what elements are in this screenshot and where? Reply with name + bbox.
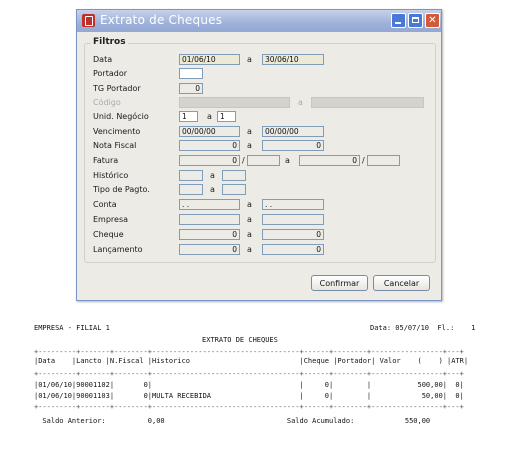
nota-fiscal-to-input[interactable]: 0 (262, 140, 324, 151)
fatura-slash-2: / (362, 156, 365, 165)
vencimento-to-input[interactable]: 00/00/00 (262, 126, 324, 137)
lancamento-from-input[interactable]: 0 (179, 244, 240, 255)
portador-input[interactable] (179, 68, 203, 79)
filters-group (84, 43, 436, 263)
codigo-to-input (311, 97, 424, 108)
fatura-to-input[interactable]: 0 (299, 155, 360, 166)
report-rule-bottom: +---------+-------+--------+------------… (34, 403, 464, 411)
codigo-sep: a (298, 98, 303, 107)
conta-to-input[interactable]: . . (262, 199, 324, 210)
close-icon: ✕ (428, 15, 437, 26)
fatura-label: Fatura (93, 156, 119, 165)
report-rule-top: +---------+-------+--------+------------… (34, 348, 464, 356)
maximize-button[interactable] (408, 13, 423, 28)
unid-to-input[interactable]: 1 (217, 111, 236, 122)
report-row: |01/06/10|90001102| 0| | 0| | 500,00| 0| (34, 381, 464, 389)
cheque-label: Cheque (93, 230, 124, 239)
report-date: Data: 05/07/10 Fl.: 1 (370, 324, 476, 332)
codigo-label: Código (93, 98, 121, 107)
historico-label: Histórico (93, 171, 129, 180)
fatura-sep: a (285, 156, 290, 165)
title-bar[interactable]: Extrato de Cheques ✕ (77, 10, 441, 32)
tg-portador-input[interactable]: 0 (179, 83, 203, 94)
empresa-from-input[interactable] (179, 214, 240, 225)
conta-sep: a (247, 200, 252, 209)
nota-fiscal-from-input[interactable]: 0 (179, 140, 240, 151)
report-saldo-line: Saldo Anterior: 0,00 Saldo Acumulado: 55… (34, 417, 431, 425)
fatura-from-suffix-input[interactable] (247, 155, 280, 166)
cheque-sep: a (247, 230, 252, 239)
historico-to-input[interactable] (222, 170, 246, 181)
close-button[interactable]: ✕ (425, 13, 440, 28)
extrato-window: Extrato de Cheques ✕ Filtros Data 01/06/… (76, 9, 442, 301)
data-sep: a (247, 55, 252, 64)
fatura-slash-1: / (242, 156, 245, 165)
unid-from-input[interactable]: 1 (179, 111, 198, 122)
data-to-input[interactable]: 30/06/10 (262, 54, 324, 65)
cheque-to-input[interactable]: 0 (262, 229, 324, 240)
fatura-from-input[interactable]: 0 (179, 155, 240, 166)
tipo-pagto-sep: a (210, 185, 215, 194)
report-rule-mid: +---------+-------+--------+------------… (34, 370, 464, 378)
tipo-pagto-label: Tipo de Pagto. (93, 185, 150, 194)
codigo-from-input (179, 97, 290, 108)
historico-from-input[interactable] (179, 170, 203, 181)
confirm-button[interactable]: Confirmar (311, 275, 368, 291)
data-label: Data (93, 55, 113, 64)
report-company: EMPRESA - FILIAL 1 (34, 324, 110, 332)
historico-sep: a (210, 171, 215, 180)
maximize-icon (412, 17, 419, 23)
vencimento-label: Vencimento (93, 127, 141, 136)
empresa-sep: a (247, 215, 252, 224)
minimize-button[interactable] (391, 13, 406, 28)
report-row: |01/06/10|90001103| 0|MULTA RECEBIDA | 0… (34, 392, 464, 400)
lancamento-sep: a (247, 245, 252, 254)
conta-from-input[interactable]: . . (179, 199, 240, 210)
unid-sep: a (207, 112, 212, 121)
report-output: EMPRESA - FILIAL 1 Data: 05/07/10 Fl.: 1… (34, 322, 494, 454)
empresa-to-input[interactable] (262, 214, 324, 225)
lancamento-label: Lançamento (93, 245, 143, 254)
tg-portador-label: TG Portador (93, 84, 141, 93)
app-icon (82, 14, 95, 27)
report-title: EXTRATO DE CHEQUES (202, 336, 278, 344)
window-title: Extrato de Cheques (100, 13, 223, 27)
portador-label: Portador (93, 69, 128, 78)
minimize-icon (395, 22, 401, 24)
nota-fiscal-label: Nota Fiscal (93, 141, 137, 150)
vencimento-sep: a (247, 127, 252, 136)
cheque-from-input[interactable]: 0 (179, 229, 240, 240)
conta-label: Conta (93, 200, 117, 209)
empresa-label: Empresa (93, 215, 129, 224)
unid-negocio-label: Unid. Negócio (93, 112, 149, 121)
fatura-to-suffix-input[interactable] (367, 155, 400, 166)
report-header: |Data |Lancto |N.Fiscal |Historico |Cheq… (34, 357, 469, 365)
tipo-pagto-from-input[interactable] (179, 184, 203, 195)
nota-fiscal-sep: a (247, 141, 252, 150)
data-from-input[interactable]: 01/06/10 (179, 54, 240, 65)
lancamento-to-input[interactable]: 0 (262, 244, 324, 255)
vencimento-from-input[interactable]: 00/00/00 (179, 126, 240, 137)
cancel-button[interactable]: Cancelar (373, 275, 430, 291)
filters-title: Filtros (91, 37, 128, 47)
tipo-pagto-to-input[interactable] (222, 184, 246, 195)
